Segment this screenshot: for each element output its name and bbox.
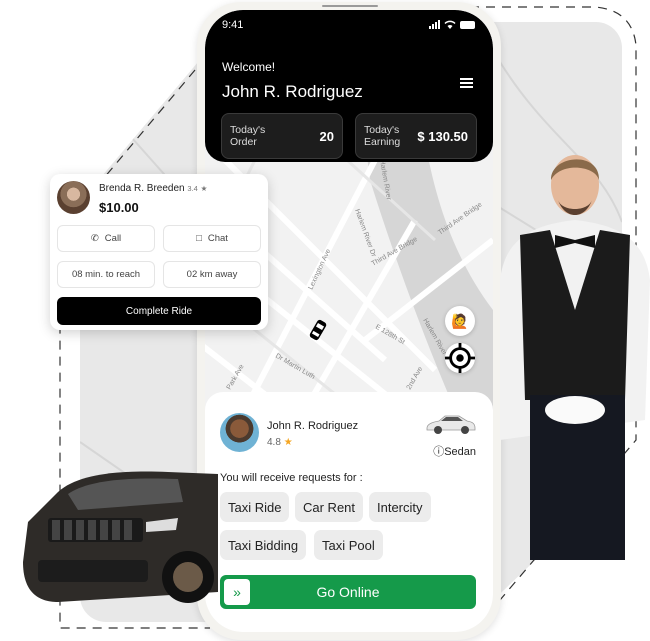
- driver-name: John R. Rodriguez: [222, 82, 363, 101]
- double-chevron-right-icon: »: [224, 579, 250, 605]
- requests-label: You will receive requests for :: [220, 472, 363, 484]
- driver-bottom-sheet: John R. Rodriguez 4.8 ★ ⓘSedan You will …: [205, 392, 493, 632]
- signal-icon: [429, 20, 440, 29]
- map-label: Harlem River Dr: [353, 208, 377, 258]
- call-button[interactable]: ✆ Call: [57, 225, 155, 252]
- rider-avatar: [57, 181, 90, 214]
- stat-value: $ 130.50: [417, 129, 468, 144]
- star-icon: ★: [200, 184, 208, 193]
- rating-value: 4.8: [267, 437, 281, 448]
- rider-name-row: Brenda R. Breeden 3.4 ★: [99, 183, 207, 194]
- battery-icon: [460, 21, 475, 29]
- service-chip-intercity[interactable]: Intercity: [369, 492, 431, 522]
- driver-avatar: [220, 413, 259, 452]
- service-chip-car-rent[interactable]: Car Rent: [295, 492, 364, 522]
- driver-rating: 4.8 ★: [267, 437, 293, 448]
- chat-button[interactable]: □ Chat: [163, 225, 261, 252]
- chat-icon: □: [196, 233, 202, 244]
- service-chip-taxi-pool[interactable]: Taxi Pool: [314, 530, 383, 560]
- stat-value: 20: [319, 129, 334, 144]
- service-chip-taxi-bidding[interactable]: Taxi Bidding: [220, 530, 307, 560]
- chauffeur-person-image: [500, 155, 650, 560]
- rider-name: Brenda R. Breeden: [99, 183, 185, 194]
- todays-order-card: Today's Order 20: [221, 113, 343, 159]
- target-location-icon: [445, 343, 475, 373]
- driver-name: John R. Rodriguez: [267, 420, 359, 432]
- info-icon: ⓘ: [433, 446, 445, 458]
- eta-info: 08 min. to reach: [57, 261, 155, 288]
- vehicle-type[interactable]: ⓘSedan: [433, 443, 476, 459]
- hamburger-menu-icon[interactable]: [460, 78, 473, 88]
- status-time: 9:41: [222, 19, 244, 31]
- map-label: 2nd Ave: [406, 366, 425, 391]
- app-header: 9:41 Welcome! John R. Rodriguez Today's …: [205, 10, 493, 162]
- go-online-button[interactable]: » Go Online: [220, 575, 476, 609]
- ride-fare: $10.00: [99, 200, 139, 215]
- wifi-icon: [444, 20, 456, 29]
- rider-rating: 3.4: [187, 184, 198, 193]
- phone-icon: ✆: [90, 233, 99, 244]
- recenter-location-button[interactable]: [445, 343, 475, 373]
- sedan-car-icon: [426, 415, 476, 434]
- stat-label: Today's Order: [230, 124, 266, 148]
- todays-earning-card: Today's Earning $ 130.50: [355, 113, 477, 159]
- map-label: Dr Martin Luth: [274, 353, 316, 381]
- welcome-text: Welcome!: [222, 60, 276, 74]
- status-icons: [429, 20, 475, 29]
- star-icon: ★: [283, 437, 293, 448]
- suv-car-image: [23, 471, 218, 603]
- phone-speaker: [322, 5, 378, 7]
- hail-passenger-button[interactable]: 🙋: [445, 306, 475, 336]
- ride-request-card: Brenda R. Breeden 3.4 ★ $10.00 ✆ Call □ …: [50, 174, 268, 330]
- person-hailing-icon: 🙋: [451, 312, 469, 329]
- service-chip-taxi-ride[interactable]: Taxi Ride: [220, 492, 290, 522]
- complete-ride-button[interactable]: Complete Ride: [57, 297, 261, 325]
- stat-label: Today's Earning: [364, 124, 401, 148]
- go-online-label: Go Online: [316, 584, 380, 600]
- distance-info: 02 km away: [163, 261, 261, 288]
